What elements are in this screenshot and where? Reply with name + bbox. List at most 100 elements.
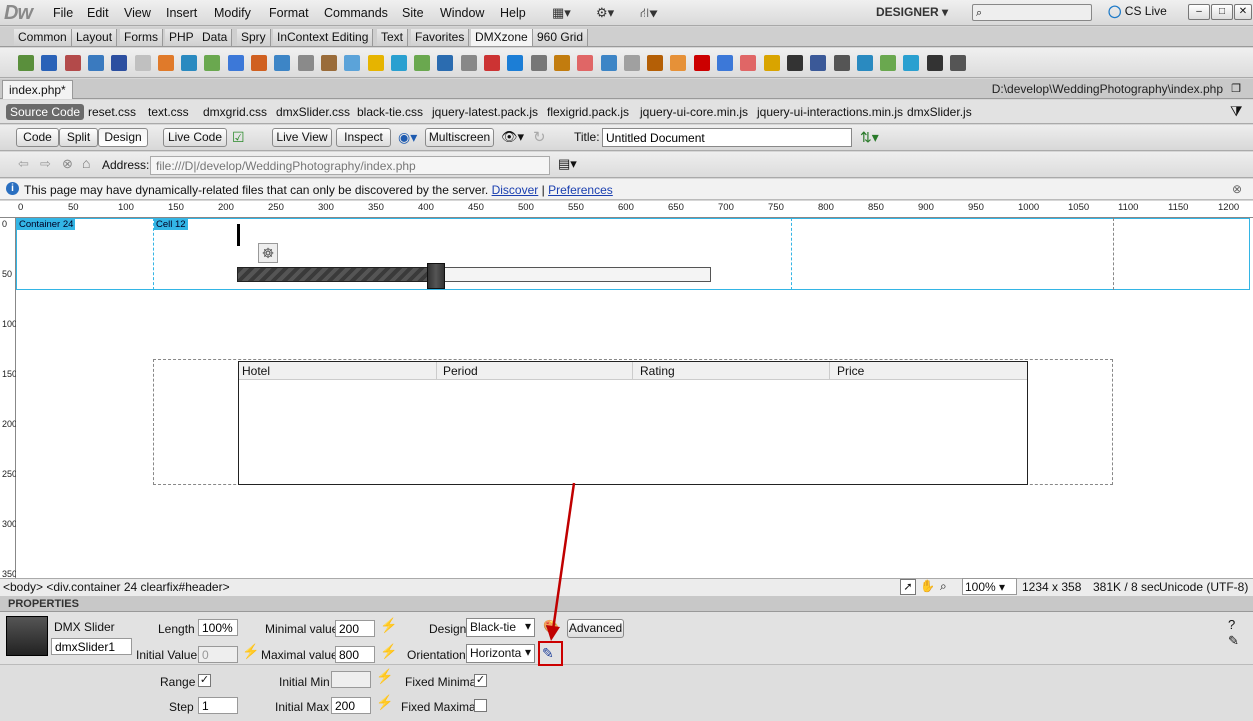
title-input[interactable] [602, 128, 852, 147]
layout-icon[interactable]: ▦▾ [552, 5, 571, 21]
insert-tool-icon[interactable] [414, 55, 431, 71]
insert-tool-icon[interactable] [740, 55, 757, 71]
split-button[interactable]: Split [59, 128, 98, 147]
related-file[interactable]: text.css [148, 105, 189, 119]
close-info-icon[interactable]: ⊗ [1232, 182, 1242, 196]
window-size[interactable]: 1234 x 358 [1022, 580, 1081, 594]
insert-tool-icon[interactable] [717, 55, 733, 71]
tab-php[interactable]: PHP [165, 29, 199, 46]
insert-tool-icon[interactable] [647, 55, 664, 71]
check-page-icon[interactable]: ☑ [232, 129, 245, 146]
dynamic-data-icon[interactable]: ⚡ [380, 617, 397, 634]
back-icon[interactable]: ⇦ [18, 156, 29, 172]
component-name-input[interactable] [51, 638, 132, 655]
zoom-icon[interactable]: ⌕ [940, 579, 947, 594]
orientation-select[interactable]: Horizonta [466, 644, 535, 663]
insert-tool-icon[interactable] [320, 55, 337, 71]
insert-tool-icon[interactable] [786, 55, 803, 71]
site-icon[interactable]: ⛙▾ [640, 5, 658, 23]
insert-tool-icon[interactable] [18, 55, 34, 71]
slider-component-icon[interactable]: ☸ [258, 243, 278, 263]
properties-header[interactable] [0, 596, 1253, 612]
pointer-icon[interactable]: ➚ [900, 579, 916, 595]
slider-handle[interactable] [427, 263, 445, 289]
menu-insert[interactable]: Insert [166, 6, 197, 20]
max-value-input[interactable] [335, 646, 375, 663]
dynamic-data-icon[interactable]: ⚡ [380, 643, 397, 660]
insert-tool-icon[interactable] [297, 55, 314, 71]
related-file[interactable]: reset.css [88, 105, 136, 119]
related-file[interactable]: jquery-ui-interactions.min.js [757, 105, 903, 119]
browser-preview-icon[interactable]: ◉▾ [398, 129, 417, 146]
insert-tool-icon[interactable] [367, 55, 384, 71]
restore-icon[interactable]: ❐ [1231, 82, 1241, 95]
forward-icon[interactable]: ⇨ [40, 156, 51, 172]
file-management-icon[interactable]: ⇅▾ [860, 129, 879, 146]
help-icon[interactable]: ? [1228, 617, 1235, 632]
menu-modify[interactable]: Modify [214, 6, 251, 20]
initial-max-input[interactable] [331, 697, 371, 714]
code-button[interactable]: Code [16, 128, 59, 147]
menu-commands[interactable]: Commands [324, 6, 388, 20]
related-file[interactable]: jquery-latest.pack.js [432, 105, 538, 119]
stop-icon[interactable]: ⊗ [62, 156, 73, 172]
tab-spry[interactable]: Spry [237, 29, 271, 46]
related-file[interactable]: black-tie.css [357, 105, 423, 119]
design-button[interactable]: Design [98, 128, 148, 147]
browse-options-icon[interactable]: ▤▾ [558, 156, 577, 172]
tab-layout[interactable]: Layout [72, 29, 118, 46]
insert-tool-icon[interactable] [507, 55, 524, 71]
menu-format[interactable]: Format [269, 6, 309, 20]
discover-link[interactable]: Discover [492, 183, 539, 197]
range-checkbox[interactable]: ✓ [198, 674, 211, 687]
dynamic-data-icon[interactable]: ⚡ [242, 643, 259, 660]
minimize-button[interactable]: – [1188, 4, 1210, 20]
tab-common[interactable]: Common [14, 29, 72, 46]
insert-tool-icon[interactable] [623, 55, 640, 71]
insert-tool-icon[interactable] [950, 55, 966, 71]
design-select[interactable]: Black-tie [466, 618, 535, 637]
insert-tool-icon[interactable] [251, 55, 267, 71]
hand-icon[interactable]: ✋ [920, 579, 935, 593]
tab-incontext-editing[interactable]: InContext Editing [273, 29, 374, 46]
home-icon[interactable]: ⌂ [82, 155, 90, 171]
insert-tool-icon[interactable] [670, 55, 687, 71]
zoom-select[interactable]: 100% ▾ [962, 578, 1017, 595]
advanced-button[interactable]: Advanced [567, 619, 624, 638]
menu-edit[interactable]: Edit [87, 6, 109, 20]
related-file[interactable]: flexigrid.pack.js [547, 105, 629, 119]
insert-tool-icon[interactable] [134, 55, 151, 71]
fixed-min-checkbox[interactable]: ✓ [474, 674, 487, 687]
maximize-button[interactable]: □ [1211, 4, 1233, 20]
address-input[interactable] [150, 156, 550, 175]
insert-tool-icon[interactable] [833, 55, 850, 71]
insert-tool-icon[interactable] [227, 55, 244, 71]
gear-icon[interactable]: ⚙▾ [596, 5, 614, 21]
menu-help[interactable]: Help [500, 6, 526, 20]
close-button[interactable]: ✕ [1234, 4, 1252, 20]
insert-tool-icon[interactable] [460, 55, 477, 71]
insert-tool-icon[interactable] [204, 55, 221, 71]
insert-tool-icon[interactable] [111, 55, 128, 71]
insert-tool-icon[interactable] [903, 55, 920, 71]
insert-tool-icon[interactable] [763, 55, 780, 71]
live-code-button[interactable]: Live Code [163, 128, 227, 147]
insert-tool-icon[interactable] [157, 55, 174, 71]
quick-tag-icon[interactable]: ✎ [1228, 633, 1239, 649]
tag-selector[interactable]: <body> <div.container 24 clearfix#header… [3, 580, 230, 594]
visual-aids-icon[interactable]: 👁▾ [501, 129, 524, 145]
insert-tool-icon[interactable] [600, 55, 617, 71]
dynamic-data-icon[interactable]: ⚡ [376, 668, 393, 685]
insert-tool-icon[interactable] [64, 55, 81, 71]
insert-tool-icon[interactable] [530, 55, 547, 71]
dynamic-data-icon[interactable]: ⚡ [376, 694, 393, 711]
grid-header-price[interactable]: Price [837, 364, 864, 378]
initial-min-input[interactable] [331, 671, 371, 688]
tab-forms[interactable]: Forms [120, 29, 163, 46]
menu-file[interactable]: File [53, 6, 73, 20]
insert-tool-icon[interactable] [437, 55, 454, 71]
workspace-switcher[interactable]: DESIGNER ▾ [876, 5, 948, 19]
related-source-code[interactable]: Source Code [6, 104, 85, 120]
tab-text[interactable]: Text [377, 29, 409, 46]
tab-960-grid[interactable]: 960 Grid [533, 29, 589, 46]
